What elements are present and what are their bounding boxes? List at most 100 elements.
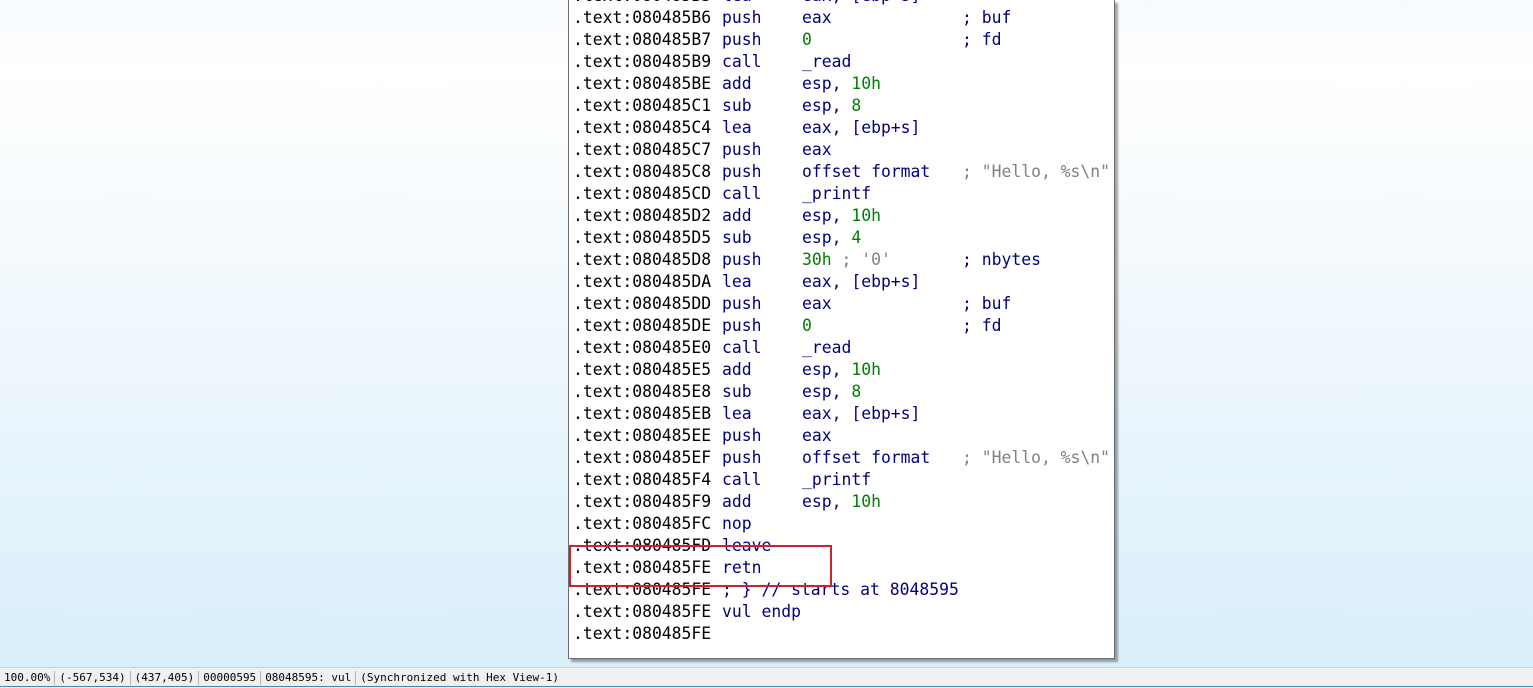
code-operands: 0 [802,315,812,337]
code-address: .text:080485EE [573,426,712,445]
code-mnemonic: push [722,250,762,269]
code-mnemonic: sub [722,382,752,401]
code-operand: 8 [851,96,862,115]
code-address: .text:080485D2 [573,206,712,225]
code-address: .text:080485FE [573,602,712,621]
code-mnemonic: call [722,184,762,203]
code-mnemonic: lea [722,0,752,7]
code-operands: eax, [ebp+s] [802,403,920,425]
code-operand: eax, [ebp+s] [802,272,921,291]
code-comment: ; "Hello, %s\n" [962,448,1111,467]
code-address: .text:080485B9 [573,52,712,71]
code-mnemonic: sub [722,228,752,247]
code-operand: _printf [802,470,872,489]
code-operands: esp, 10h [802,491,881,513]
code-operand: eax [802,426,832,445]
code-operand: offset format [802,162,931,181]
status-zoom: 100.00% [0,671,56,685]
code-address: .text:080485FE [573,624,712,643]
status-sync: (Synchronized with Hex View-1) [360,671,559,684]
code-mnemonic: add [722,206,752,225]
code-operands: eax [802,425,832,447]
code-mnemonic: push [722,8,762,27]
code-operand: 10h [851,492,881,511]
code-mnemonic: lea [722,118,752,137]
code-mnemonic: ; } // starts at 8048595 [722,580,959,599]
code-mnemonic: add [722,492,752,511]
code-operand: eax [802,8,832,27]
code-comment: ; buf [962,8,1012,27]
code-operand: esp, [802,492,852,511]
code-mnemonic: vul endp [722,602,801,621]
code-operand: ; '0' [831,250,891,269]
code-address: .text:080485E8 [573,382,712,401]
code-mnemonic: push [722,140,762,159]
code-operands: eax [802,7,832,29]
code-operand: eax, [ebp+s] [802,0,920,5]
code-mnemonic: add [722,360,752,379]
disassembly-view[interactable]: .text:080485B3 lea eax, [ebp+s] .text:08048… [568,0,1115,659]
code-operands: esp, 10h [802,205,881,227]
code-address: .text:080485B3 [573,0,711,7]
code-operands: eax, [ebp+s] [802,271,920,293]
code-operands: esp, 10h [802,359,881,381]
code-mnemonic: nop [722,514,752,533]
code-mnemonic: lea [722,404,752,423]
status-cursor: (437,405) [131,671,200,685]
code-address: .text:080485BE [573,74,712,93]
code-operands: _read [802,337,851,359]
code-address: .text:080485DE [573,316,712,335]
status-bar: 100.00% (-567,534) (437,405) 00000595 08… [0,667,1533,688]
code-mnemonic: leave [722,536,772,555]
code-operand: eax, [ebp+s] [802,404,921,423]
code-operand: eax [802,140,832,159]
code-operands: eax, [ebp+s] [802,0,920,7]
code-operand: esp, [802,382,852,401]
code-mnemonic: lea [722,272,752,291]
code-address: .text:080485C4 [573,118,712,137]
code-mnemonic: push [722,162,762,181]
code-operand: esp, [802,96,852,115]
code-operands: esp, 8 [802,95,861,117]
code-address: .text:080485F9 [573,492,712,511]
code-address: .text:080485E0 [573,338,712,357]
code-operands: offset format [802,447,930,469]
code-mnemonic: call [722,470,762,489]
code-operand: esp, [802,228,852,247]
code-address: .text:080485FE [573,558,712,577]
code-operand: eax [802,294,832,313]
code-address: .text:080485C7 [573,140,712,159]
code-address: .text:080485B7 [573,30,712,49]
code-operand: 10h [851,206,881,225]
status-location: 08048595: vul [261,671,357,685]
code-comment: ; "Hello, %s\n" [962,162,1111,181]
code-operand: eax, [ebp+s] [802,118,921,137]
code-address: .text:080485F4 [573,470,712,489]
code-address: .text:080485CD [573,184,712,203]
code-operand: 30h [802,250,832,269]
code-operands: 30h ; '0' [802,249,891,271]
code-operands: 0 [802,29,812,51]
code-comment: ; fd [962,316,1002,335]
code-comment: ; buf [962,294,1012,313]
code-operand: 10h [851,74,881,93]
code-operand: esp, [802,206,852,225]
code-address: .text:080485E5 [573,360,712,379]
code-address: .text:080485FE [573,580,712,599]
code-operands: esp, 4 [802,227,861,249]
code-operands: _printf [802,469,871,491]
code-address: .text:080485DD [573,294,712,313]
code-operand: _printf [802,184,872,203]
code-mnemonic: retn [722,558,762,577]
code-operand: esp, [802,360,852,379]
code-mnemonic: push [722,294,762,313]
code-address: .text:080485D5 [573,228,712,247]
code-address: .text:080485B6 [573,8,712,27]
code-operand: 10h [851,360,881,379]
code-operands: _read [802,51,851,73]
code-operand: 0 [802,316,812,335]
code-address: .text:080485FD [573,536,712,555]
code-address: .text:080485C1 [573,96,712,115]
code-operand: 4 [851,228,862,247]
code-comment: ; nbytes [962,250,1041,269]
